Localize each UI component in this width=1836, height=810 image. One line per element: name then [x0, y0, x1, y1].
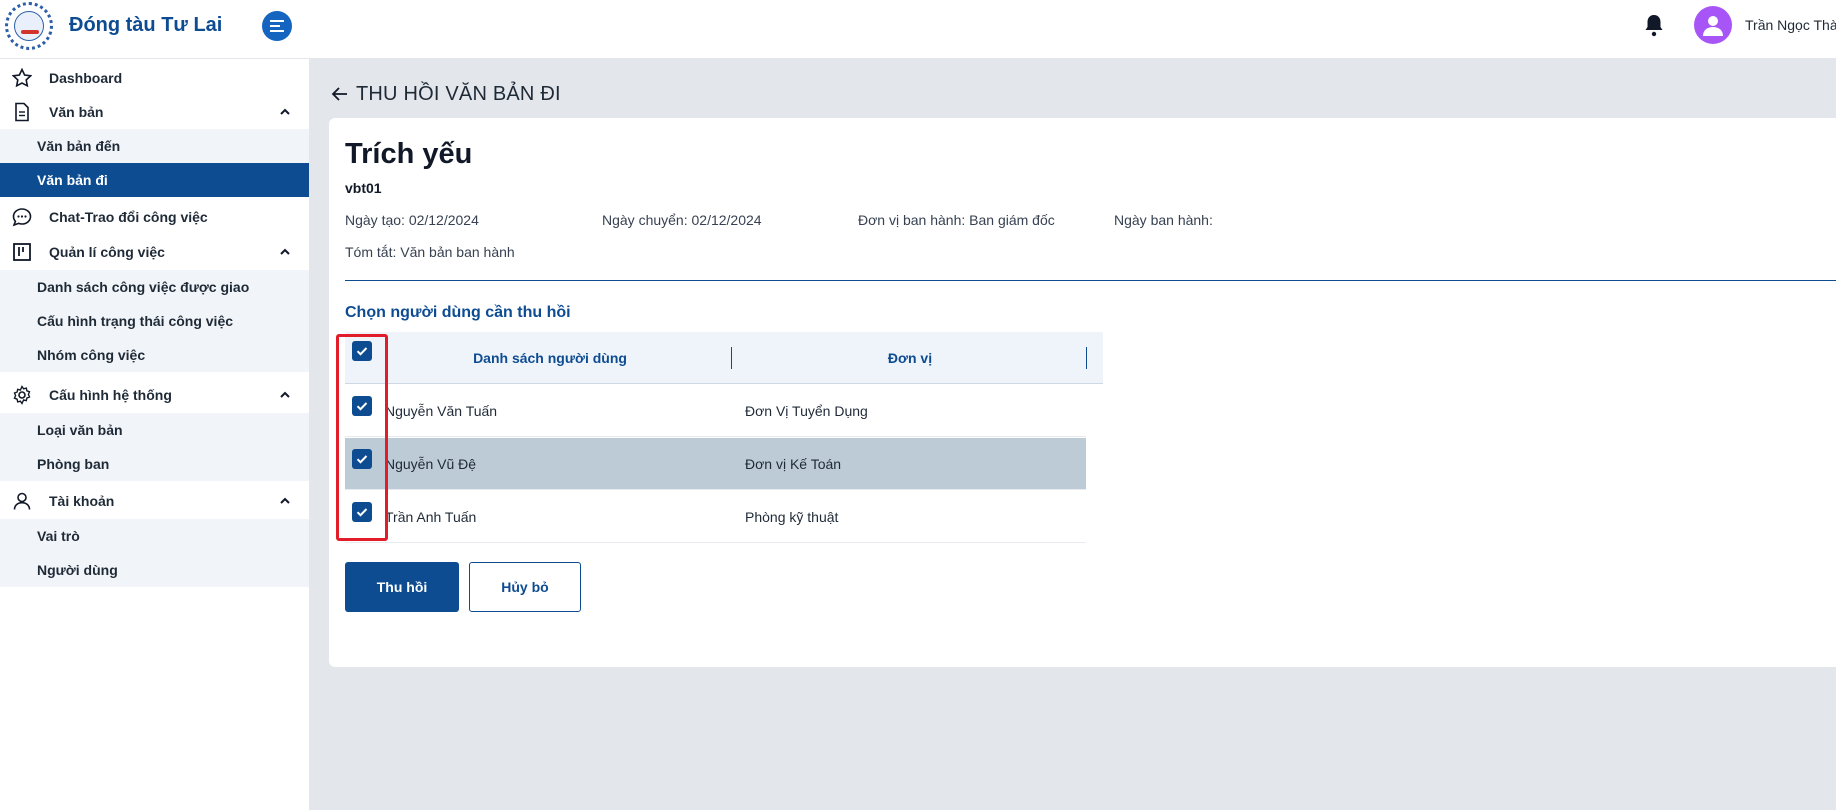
sidebar: Dashboard Văn bản Văn bản đến Văn bản đi…: [0, 59, 309, 810]
user-avatar-icon: [1703, 16, 1723, 36]
sidebar-item-label: Cấu hình trạng thái công việc: [37, 313, 234, 329]
sidebar-item-vai-tro[interactable]: Vai trò: [0, 519, 309, 553]
column-header-unit[interactable]: Đơn vị: [735, 332, 1085, 384]
chevron-up-icon: [280, 248, 290, 255]
chevron-up-icon: [280, 108, 290, 115]
recall-card: Trích yếu vbt01 Ngày tạo: 02/12/2024 Ngà…: [329, 118, 1836, 667]
section-divider: [345, 280, 1836, 281]
star-icon: [12, 68, 32, 88]
unit-cell: Đơn vị Kế Toán: [745, 456, 842, 472]
chevron-up-icon: [280, 391, 290, 398]
gear-icon: [13, 385, 31, 405]
sidebar-item-van-ban-di[interactable]: Văn bản đi: [0, 163, 309, 197]
sidebar-group-tai-khoan[interactable]: Tài khoản: [0, 484, 309, 518]
row-checkbox[interactable]: [352, 396, 372, 416]
sidebar-group-label: Cấu hình hệ thống: [49, 387, 172, 403]
sidebar-group-label: Tài khoản: [49, 493, 115, 509]
column-separator: [731, 347, 732, 369]
brand-name: Đóng tàu Tư Lai: [69, 14, 223, 36]
sidebar-item-label: Danh sách công việc được giao: [37, 279, 250, 295]
menu-toggle-button[interactable]: [262, 11, 292, 41]
sidebar-item-label: Người dùng: [37, 562, 118, 578]
issue-date: Ngày ban hành:: [1114, 212, 1213, 228]
sidebar-item-nhom-cong-viec[interactable]: Nhóm công việc: [0, 338, 309, 372]
sidebar-item-label: Chat-Trao đổi công việc: [49, 209, 208, 225]
sidebar-item-label: Văn bản đi: [37, 172, 108, 188]
document-code: vbt01: [345, 180, 382, 196]
menu-toggle-icon: [270, 20, 284, 32]
sidebar-item-label: Loại văn bản: [37, 422, 123, 438]
sidebar-item-label: Dashboard: [49, 70, 123, 86]
sidebar-item-cau-hinh-trang-thai[interactable]: Cấu hình trạng thái công việc: [0, 304, 309, 338]
sidebar-submenu-van-ban: Văn bản đến Văn bản đi: [0, 129, 309, 197]
bell-icon[interactable]: [1643, 13, 1665, 37]
column-separator: [1086, 347, 1087, 369]
section-title: Chọn người dùng cần thu hồi: [345, 304, 571, 321]
check-icon: [356, 402, 368, 411]
kanban-board-icon: [13, 243, 31, 261]
sidebar-item-danh-sach-cong-viec[interactable]: Danh sách công việc được giao: [0, 270, 309, 304]
unit-cell: Đơn Vị Tuyển Dụng: [745, 403, 868, 419]
document-summary: Tóm tắt: Văn bản ban hành: [345, 244, 515, 260]
sidebar-group-label: Văn bản: [49, 104, 104, 120]
row-checkbox[interactable]: [352, 502, 372, 522]
sidebar-submenu-quan-li: Danh sách công việc được giao Cấu hình t…: [0, 270, 309, 372]
recall-button[interactable]: Thu hồi: [345, 562, 459, 612]
user-name-cell: Nguyễn Vũ Đệ: [385, 456, 477, 472]
sidebar-item-label: Phòng ban: [37, 456, 110, 472]
cancel-button[interactable]: Hủy bỏ: [469, 562, 581, 612]
sidebar-group-cau-hinh[interactable]: Cấu hình hệ thống: [0, 378, 309, 412]
back-arrow-icon[interactable]: [330, 84, 350, 104]
user-icon: [13, 492, 31, 510]
created-date: Ngày tạo: 02/12/2024: [345, 212, 479, 228]
transfer-date: Ngày chuyển: 02/12/2024: [602, 212, 762, 228]
company-logo: [5, 2, 53, 50]
select-all-checkbox[interactable]: [352, 341, 372, 361]
table-row[interactable]: Trần Anh Tuấn Phòng kỹ thuật: [345, 491, 1086, 543]
document-subject-heading: Trích yếu: [345, 138, 473, 170]
user-name-cell: Trần Anh Tuấn: [385, 509, 477, 525]
row-checkbox[interactable]: [352, 449, 372, 469]
user-name-cell: Nguyễn Văn Tuấn: [385, 403, 498, 419]
check-icon: [356, 347, 368, 356]
sidebar-submenu-tai-khoan: Vai trò Người dùng: [0, 519, 309, 587]
unit-cell: Phòng kỹ thuật: [745, 509, 839, 525]
chevron-up-icon: [280, 497, 290, 504]
check-icon: [356, 508, 368, 517]
issuing-unit: Đơn vị ban hành: Ban giám đốc: [858, 212, 1055, 228]
document-icon: [15, 102, 29, 122]
sidebar-item-van-ban-den[interactable]: Văn bản đến: [0, 129, 309, 163]
sidebar-item-chat[interactable]: Chat-Trao đổi công việc: [0, 200, 309, 234]
column-header-users[interactable]: Danh sách người dùng: [385, 332, 715, 384]
sidebar-item-dashboard[interactable]: Dashboard: [0, 61, 309, 95]
sidebar-item-label: Văn bản đến: [37, 138, 121, 154]
sidebar-item-loai-van-ban[interactable]: Loại văn bản: [0, 413, 309, 447]
sidebar-item-label: Vai trò: [37, 528, 80, 544]
sidebar-item-nguoi-dung[interactable]: Người dùng: [0, 553, 309, 587]
table-row[interactable]: Nguyễn Văn Tuấn Đơn Vị Tuyển Dụng: [345, 385, 1086, 437]
sidebar-item-phong-ban[interactable]: Phòng ban: [0, 447, 309, 481]
page-header: THU HỒI VĂN BẢN ĐI: [330, 82, 561, 106]
table-header: Danh sách người dùng Đơn vị: [345, 332, 1103, 384]
table-row[interactable]: Nguyễn Vũ Đệ Đơn vị Kế Toán: [345, 438, 1086, 490]
sidebar-submenu-cau-hinh: Loại văn bản Phòng ban: [0, 413, 309, 481]
page-title: THU HỒI VĂN BẢN ĐI: [356, 82, 561, 105]
sidebar-group-label: Quản lí công việc: [49, 244, 165, 260]
top-bar: Đóng tàu Tư Lai Trần Ngọc Thành: [0, 0, 1836, 59]
sidebar-group-van-ban[interactable]: Văn bản: [0, 95, 309, 129]
check-icon: [356, 455, 368, 464]
user-name[interactable]: Trần Ngọc Thành: [1745, 17, 1836, 33]
sidebar-group-quan-li[interactable]: Quản lí công việc: [0, 235, 309, 269]
chat-bubble-icon: [12, 208, 32, 227]
user-avatar[interactable]: [1694, 6, 1732, 44]
sidebar-item-label: Nhóm công việc: [37, 347, 146, 363]
